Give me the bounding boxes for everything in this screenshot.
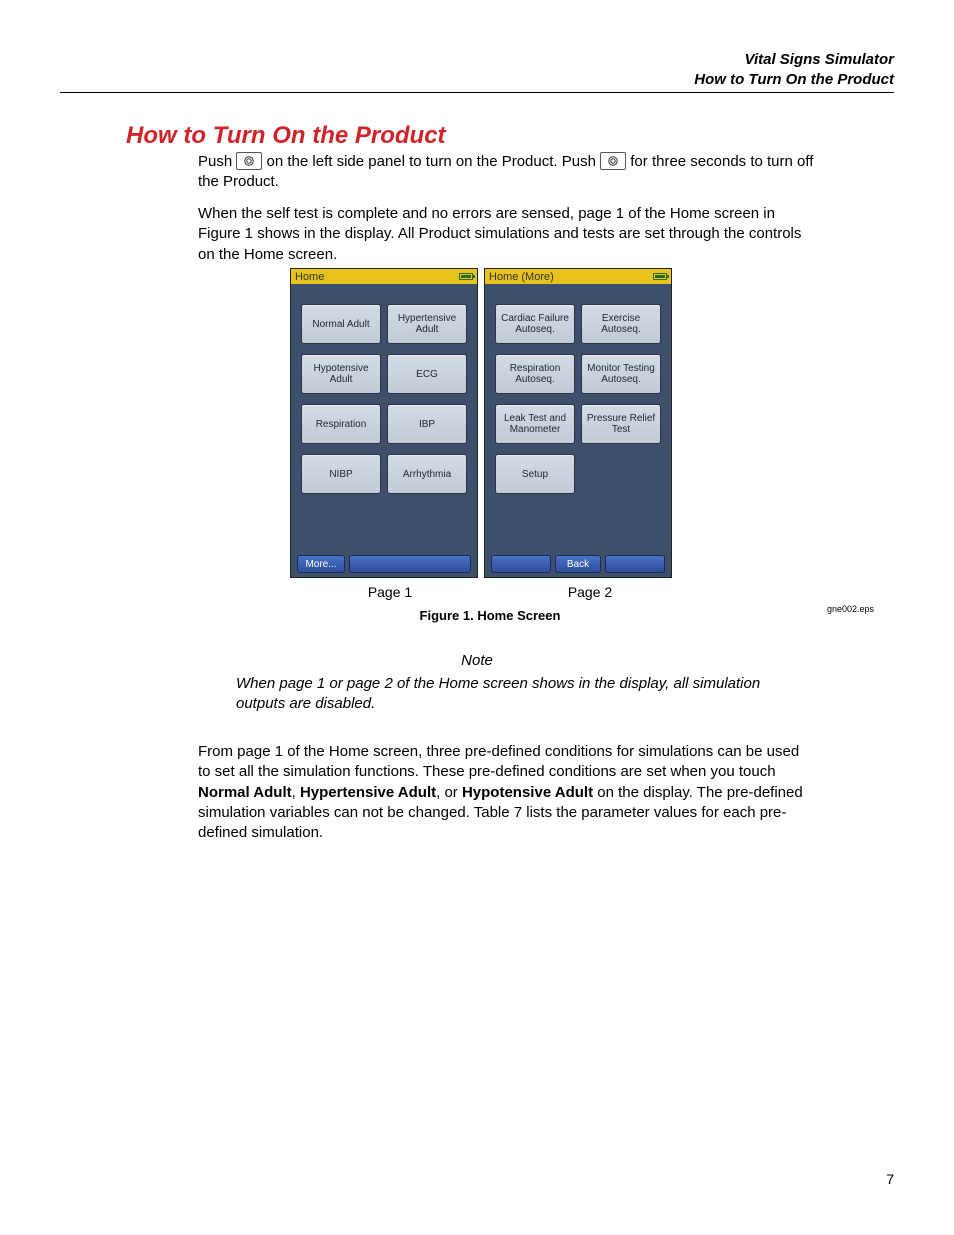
btn-nibp[interactable]: NIBP — [301, 454, 381, 494]
title-bar: Home — [291, 269, 477, 284]
title-text: Home — [295, 271, 324, 283]
btn-pressure-relief-test[interactable]: Pressure Relief Test — [581, 404, 661, 444]
note-text: When page 1 or page 2 of the Home screen… — [236, 674, 774, 715]
header-line-1: Vital Signs Simulator — [694, 50, 894, 70]
footer-bar: Back — [485, 551, 671, 577]
screens-row: Home Normal Adult Hypertensive Adult Hyp… — [290, 268, 690, 578]
battery-icon — [459, 273, 473, 280]
section-title: How to Turn On the Product — [126, 122, 446, 150]
page-header: Vital Signs Simulator How to Turn On the… — [694, 50, 894, 89]
btn-hypertensive-adult[interactable]: Hypertensive Adult — [387, 304, 467, 344]
home-screen-page-1: Home Normal Adult Hypertensive Adult Hyp… — [290, 268, 478, 578]
power-icon — [600, 152, 626, 170]
figure-1: Home Normal Adult Hypertensive Adult Hyp… — [290, 268, 690, 623]
btn-cardiac-failure-autoseq[interactable]: Cardiac Failure Autoseq. — [495, 304, 575, 344]
paragraph-2: When the self test is complete and no er… — [198, 204, 814, 265]
power-icon — [236, 152, 262, 170]
btn-monitor-testing-autoseq[interactable]: Monitor Testing Autoseq. — [581, 354, 661, 394]
more-button[interactable]: More... — [297, 555, 345, 573]
button-grid: Cardiac Failure Autoseq. Exercise Autose… — [485, 284, 671, 551]
footer-bar: More... — [291, 551, 477, 577]
footer-blank[interactable] — [349, 555, 471, 573]
btn-hypotensive-adult[interactable]: Hypotensive Adult — [301, 354, 381, 394]
btn-arrhythmia[interactable]: Arrhythmia — [387, 454, 467, 494]
page-labels: Page 1 Page 2 — [290, 584, 690, 600]
note-label: Note — [0, 652, 954, 669]
home-screen-page-2: Home (More) Cardiac Failure Autoseq. Exe… — [484, 268, 672, 578]
paragraph-1: Push on the left side panel to turn on t… — [198, 152, 814, 193]
title-text: Home (More) — [489, 271, 554, 283]
btn-leak-test-manometer[interactable]: Leak Test and Manometer — [495, 404, 575, 444]
figure-caption: Figure 1. Home Screen — [290, 608, 690, 623]
btn-ibp[interactable]: IBP — [387, 404, 467, 444]
battery-icon — [653, 273, 667, 280]
back-button[interactable]: Back — [555, 555, 601, 573]
page-1-label: Page 1 — [368, 584, 412, 600]
button-grid: Normal Adult Hypertensive Adult Hypotens… — [291, 284, 477, 551]
btn-respiration-autoseq[interactable]: Respiration Autoseq. — [495, 354, 575, 394]
page-number: 7 — [886, 1171, 894, 1187]
btn-setup[interactable]: Setup — [495, 454, 575, 494]
footer-blank[interactable] — [605, 555, 665, 573]
footer-blank[interactable] — [491, 555, 551, 573]
btn-exercise-autoseq[interactable]: Exercise Autoseq. — [581, 304, 661, 344]
btn-ecg[interactable]: ECG — [387, 354, 467, 394]
header-rule — [60, 92, 894, 93]
page-2-label: Page 2 — [568, 584, 612, 600]
btn-respiration[interactable]: Respiration — [301, 404, 381, 444]
header-line-2: How to Turn On the Product — [694, 70, 894, 90]
btn-normal-adult[interactable]: Normal Adult — [301, 304, 381, 344]
eps-filename: gne002.eps — [827, 604, 874, 614]
paragraph-3: From page 1 of the Home screen, three pr… — [198, 742, 814, 843]
title-bar: Home (More) — [485, 269, 671, 284]
